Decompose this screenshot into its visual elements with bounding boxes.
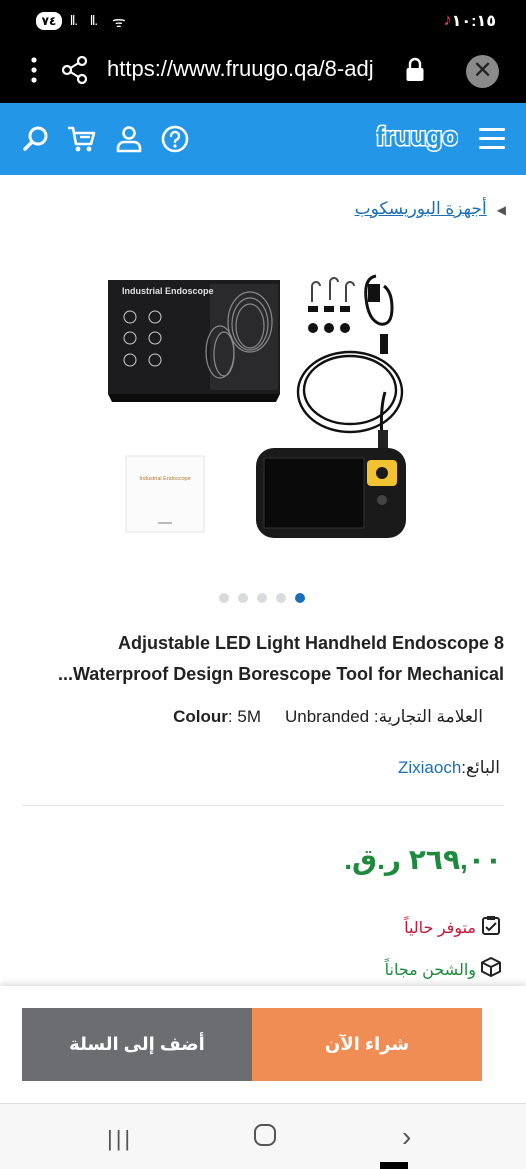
clock: ١٠:١٥ [451, 13, 496, 30]
carousel-dot[interactable] [276, 593, 286, 603]
brand-value: Unbranded [284, 707, 370, 726]
seller-label: البائع: [461, 758, 500, 777]
product-title-line2: ...Waterproof Design Borescope Tool for … [57, 664, 504, 684]
product-price: ٢٦٩,٠٠ ر.ق. [344, 844, 502, 875]
fruugo-logo[interactable]: fruugo fruugo [374, 118, 459, 158]
breadcrumb-arrow-icon: ◀ [496, 203, 506, 217]
product-title-line1: Adjustable LED Light Handheld Endoscope … [117, 633, 504, 653]
colour-attribute: Colour: 5M [173, 707, 261, 727]
home-icon[interactable] [254, 1124, 276, 1146]
buy-now-button[interactable]: شراء الآن [252, 1008, 482, 1081]
package-icon [480, 956, 502, 983]
seller-link[interactable]: Zixiaoch [398, 758, 461, 777]
screen: ٧٤ ll. ll. ᯤ ♪ ١٠:١٥ https://www.fruugo.… [0, 0, 526, 1169]
wifi-icon: ᯤ [112, 14, 126, 31]
nav-handle [380, 1162, 408, 1169]
back-icon[interactable]: › [402, 1121, 411, 1153]
search-icon[interactable] [22, 125, 50, 153]
action-bar: أضف إلى السلة شراء الآن [0, 986, 526, 1103]
status-bar: ٧٤ ll. ll. ᯤ ♪ ١٠:١٥ [0, 0, 526, 42]
shipping-text: والشحن مجاناً [384, 961, 476, 979]
seller-info: البائع:Zixiaoch [398, 758, 500, 778]
battery-indicator: ٧٤ [36, 12, 62, 30]
signal-icon: ll. [70, 12, 78, 28]
product-attributes: العلامة التجارية: Unbranded Colour: 5M [173, 707, 483, 727]
signal-icon-2: ll. [90, 12, 98, 28]
colour-value: : 5M [227, 707, 261, 726]
close-tab-button[interactable]: ✕ [466, 55, 499, 88]
stock-text: متوفر حالياً [404, 919, 476, 937]
add-to-cart-button[interactable]: أضف إلى السلة [22, 1008, 252, 1081]
help-icon[interactable] [161, 125, 189, 153]
clipboard-check-icon [480, 914, 502, 941]
brand-attribute: العلامة التجارية: Unbranded [285, 707, 483, 727]
carousel-dot[interactable] [238, 593, 248, 603]
recent-apps-icon[interactable]: ||| [107, 1126, 133, 1152]
share-icon[interactable] [61, 55, 88, 89]
site-header: fruugo fruugo [0, 103, 526, 175]
image-carousel-indicator [219, 593, 305, 603]
breadcrumb: ◀ أجهزة البوريسكوب [355, 199, 506, 219]
svg-text:Industrial Endoscope: Industrial Endoscope [122, 286, 214, 296]
svg-text:fruugo: fruugo [376, 121, 458, 151]
breadcrumb-link[interactable]: أجهزة البوريسكوب [355, 199, 487, 218]
product-image[interactable]: Industrial Endoscope Industrial Endoscop… [100, 262, 430, 547]
carousel-dot-active[interactable] [295, 593, 305, 603]
more-options-icon[interactable] [30, 56, 38, 84]
cart-icon[interactable] [66, 125, 96, 153]
android-nav-bar: ||| › [0, 1103, 526, 1169]
carousel-dot[interactable] [219, 593, 229, 603]
browser-url-bar: https://www.fruugo.qa/8-adj ✕ [0, 42, 526, 103]
stock-status: متوفر حالياً [404, 914, 502, 941]
user-icon[interactable] [115, 125, 143, 153]
colour-label: Colour [173, 707, 228, 726]
carousel-dot[interactable] [257, 593, 267, 603]
url-field[interactable]: https://www.fruugo.qa/8-adj [107, 56, 395, 82]
svg-text:Industrial Endoscope: Industrial Endoscope [139, 476, 190, 482]
brand-label: العلامة التجارية: [373, 707, 483, 726]
shipping-status: والشحن مجاناً [385, 956, 502, 983]
lock-icon[interactable] [405, 57, 425, 88]
menu-icon[interactable] [479, 128, 505, 150]
product-title: Adjustable LED Light Handheld Endoscope … [14, 628, 504, 690]
divider [22, 805, 504, 806]
